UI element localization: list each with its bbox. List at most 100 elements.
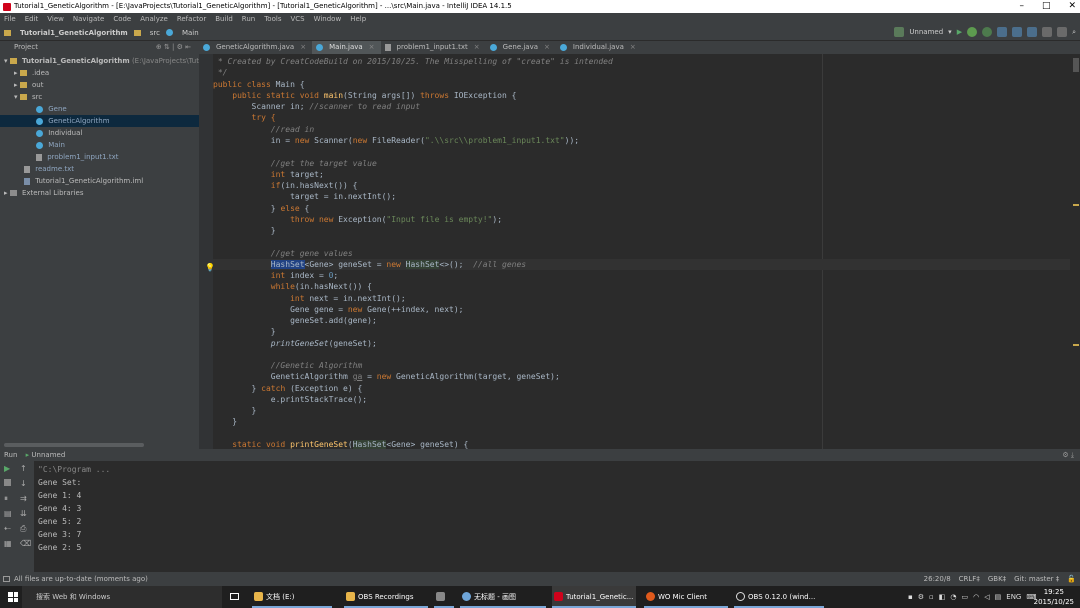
- pause-icon[interactable]: ⏸: [4, 494, 8, 504]
- editor-vertical-scrollbar[interactable]: [1070, 54, 1080, 449]
- tray-app-icon[interactable]: ▫: [929, 586, 934, 608]
- editor-gutter[interactable]: 💡: [199, 54, 215, 449]
- taskbar-item-intellij[interactable]: Tutorial1_Genetic...: [552, 586, 636, 608]
- run-config-label[interactable]: Unnamed: [31, 451, 65, 459]
- stop-icon[interactable]: [4, 479, 11, 486]
- vcs-commit-icon[interactable]: [1012, 27, 1023, 37]
- close-tab-icon[interactable]: ×: [369, 41, 375, 54]
- tree-item-gene[interactable]: Gene: [0, 103, 199, 115]
- chevron-right-icon[interactable]: ▸: [4, 189, 8, 197]
- tab-individual-java[interactable]: Individual.java ×: [556, 41, 642, 54]
- scroll-down-icon[interactable]: ↓: [20, 479, 27, 488]
- search-icon[interactable]: ⌕: [1072, 28, 1076, 37]
- make-project-icon[interactable]: [894, 27, 905, 37]
- scroll-thumb[interactable]: [1073, 58, 1079, 72]
- rerun-icon[interactable]: ▶: [4, 464, 10, 473]
- tray-app-icon[interactable]: ▪: [908, 586, 913, 608]
- tree-item-root[interactable]: ▾ Tutorial1_GeneticAlgorithm (E:\JavaPro…: [0, 55, 286, 67]
- tree-item-iml[interactable]: Tutorial1_GeneticAlgorithm.iml: [0, 175, 199, 187]
- gear-icon[interactable]: ⚙ ⤓: [1062, 449, 1074, 461]
- taskbar-item-obs[interactable]: OBS 0.12.0 (wind...: [734, 586, 824, 608]
- menu-navigate[interactable]: Navigate: [73, 13, 104, 25]
- warning-marker[interactable]: [1073, 204, 1079, 206]
- menu-help[interactable]: Help: [350, 13, 366, 25]
- layout-icon[interactable]: ▦: [4, 539, 12, 548]
- scroll-to-end-icon[interactable]: ⇊: [20, 509, 27, 518]
- file-encoding[interactable]: GBK‡: [988, 572, 1006, 586]
- tree-item-out[interactable]: ▸ out: [0, 79, 199, 91]
- run-config-select[interactable]: Unnamed: [909, 28, 943, 36]
- project-view-select[interactable]: Project: [14, 43, 38, 51]
- breadcrumb-file[interactable]: Main: [182, 29, 199, 37]
- network-icon[interactable]: ◔: [950, 586, 956, 608]
- tree-item-readme[interactable]: readme.txt: [0, 163, 199, 175]
- chevron-right-icon[interactable]: ▸: [14, 69, 18, 77]
- tab-gene-java[interactable]: Gene.java ×: [486, 41, 556, 54]
- task-view-icon[interactable]: [226, 586, 244, 608]
- tray-app-icon[interactable]: ⚙: [918, 586, 924, 608]
- menu-analyze[interactable]: Analyze: [140, 13, 168, 25]
- tree-item-input-file[interactable]: problem1_input1.txt: [0, 151, 199, 163]
- caret-position[interactable]: 26:20/8: [924, 572, 951, 586]
- chevron-down-icon[interactable]: ▾: [948, 28, 952, 36]
- menu-code[interactable]: Code: [113, 13, 131, 25]
- tree-item-external-libraries[interactable]: ▸ External Libraries: [0, 187, 199, 199]
- tab-geneticalgorithm-java[interactable]: GeneticAlgorithm.java ×: [199, 41, 312, 54]
- tree-item-individual[interactable]: Individual: [0, 127, 199, 139]
- menu-window[interactable]: Window: [314, 13, 342, 25]
- taskbar-item-paint[interactable]: 无标题 - 画图: [460, 586, 546, 608]
- warning-marker[interactable]: [1073, 344, 1079, 346]
- print-icon[interactable]: ⎙: [20, 524, 26, 534]
- tree-item-geneticalgorithm[interactable]: GeneticAlgorithm: [0, 115, 199, 127]
- taskbar-item-wo-mic[interactable]: WO Mic Client: [644, 586, 728, 608]
- git-branch[interactable]: Git: master ‡: [1014, 572, 1059, 586]
- exit-icon[interactable]: ⇠: [4, 524, 11, 533]
- menu-edit[interactable]: Edit: [25, 13, 39, 25]
- panel-settings-icon[interactable]: ⊕ ⇅ | ⚙ ⇤: [156, 41, 191, 54]
- vcs-update-icon[interactable]: [997, 27, 1008, 37]
- project-structure-icon[interactable]: [1057, 27, 1068, 37]
- close-tab-icon[interactable]: ×: [300, 41, 306, 54]
- code-editor[interactable]: * Created by CreatCodeBuild on 2015/10/2…: [213, 54, 1070, 449]
- tool-windows-icon[interactable]: [3, 576, 10, 582]
- chevron-right-icon[interactable]: ▸: [14, 81, 18, 89]
- coverage-icon[interactable]: [982, 27, 993, 37]
- windows-start-icon[interactable]: [8, 592, 18, 602]
- chevron-down-icon[interactable]: ▾: [14, 93, 18, 101]
- clear-icon[interactable]: ⌫: [20, 539, 31, 548]
- lock-icon[interactable]: 🔓: [1067, 572, 1076, 586]
- run-console[interactable]: ▶ ↑ ↓ ⏸ ⇉ ▤ ⇊ ⇠ ⎙ ▦ ⌫ "C:\Program ... Ge…: [0, 461, 1080, 572]
- close-button[interactable]: ✕: [1068, 0, 1076, 13]
- taskbar-search[interactable]: 搜索 Web 和 Windows: [22, 586, 222, 608]
- menu-view[interactable]: View: [47, 13, 64, 25]
- menu-build[interactable]: Build: [215, 13, 233, 25]
- chevron-down-icon[interactable]: ▾: [4, 57, 8, 65]
- notification-icon[interactable]: ▤: [995, 586, 1002, 608]
- battery-icon[interactable]: ▭: [962, 586, 969, 608]
- tab-problem1-input1-txt[interactable]: problem1_input1.txt ×: [381, 41, 486, 54]
- menu-file[interactable]: File: [4, 13, 16, 25]
- taskbar-item-explorer[interactable]: 文档 (E:): [252, 586, 332, 608]
- revert-icon[interactable]: [1042, 27, 1053, 37]
- wrap-icon[interactable]: ⇉: [20, 494, 27, 503]
- menu-vcs[interactable]: VCS: [290, 13, 304, 25]
- language-indicator[interactable]: ENG: [1006, 586, 1021, 608]
- menu-tools[interactable]: Tools: [264, 13, 281, 25]
- wifi-icon[interactable]: ◠: [973, 586, 979, 608]
- close-tab-icon[interactable]: ×: [630, 41, 636, 54]
- tree-horizontal-scrollbar[interactable]: [4, 443, 144, 447]
- menu-run[interactable]: Run: [242, 13, 255, 25]
- vcs-history-icon[interactable]: [1027, 27, 1038, 37]
- run-icon[interactable]: ▶: [957, 28, 962, 36]
- clock[interactable]: 19:25 2015/10/25: [1034, 587, 1074, 607]
- taskbar-item-obs-recordings[interactable]: OBS Recordings: [344, 586, 428, 608]
- close-tab-icon[interactable]: ×: [474, 41, 480, 54]
- maximize-button[interactable]: □: [1042, 0, 1051, 13]
- tree-item-idea[interactable]: ▸ .idea: [0, 67, 199, 79]
- menu-refactor[interactable]: Refactor: [177, 13, 206, 25]
- line-separator[interactable]: CRLF‡: [959, 572, 980, 586]
- tree-item-src[interactable]: ▾ src: [0, 91, 199, 103]
- debug-icon[interactable]: [967, 27, 978, 37]
- volume-icon[interactable]: ◁: [984, 586, 989, 608]
- scroll-up-icon[interactable]: ↑: [20, 464, 27, 473]
